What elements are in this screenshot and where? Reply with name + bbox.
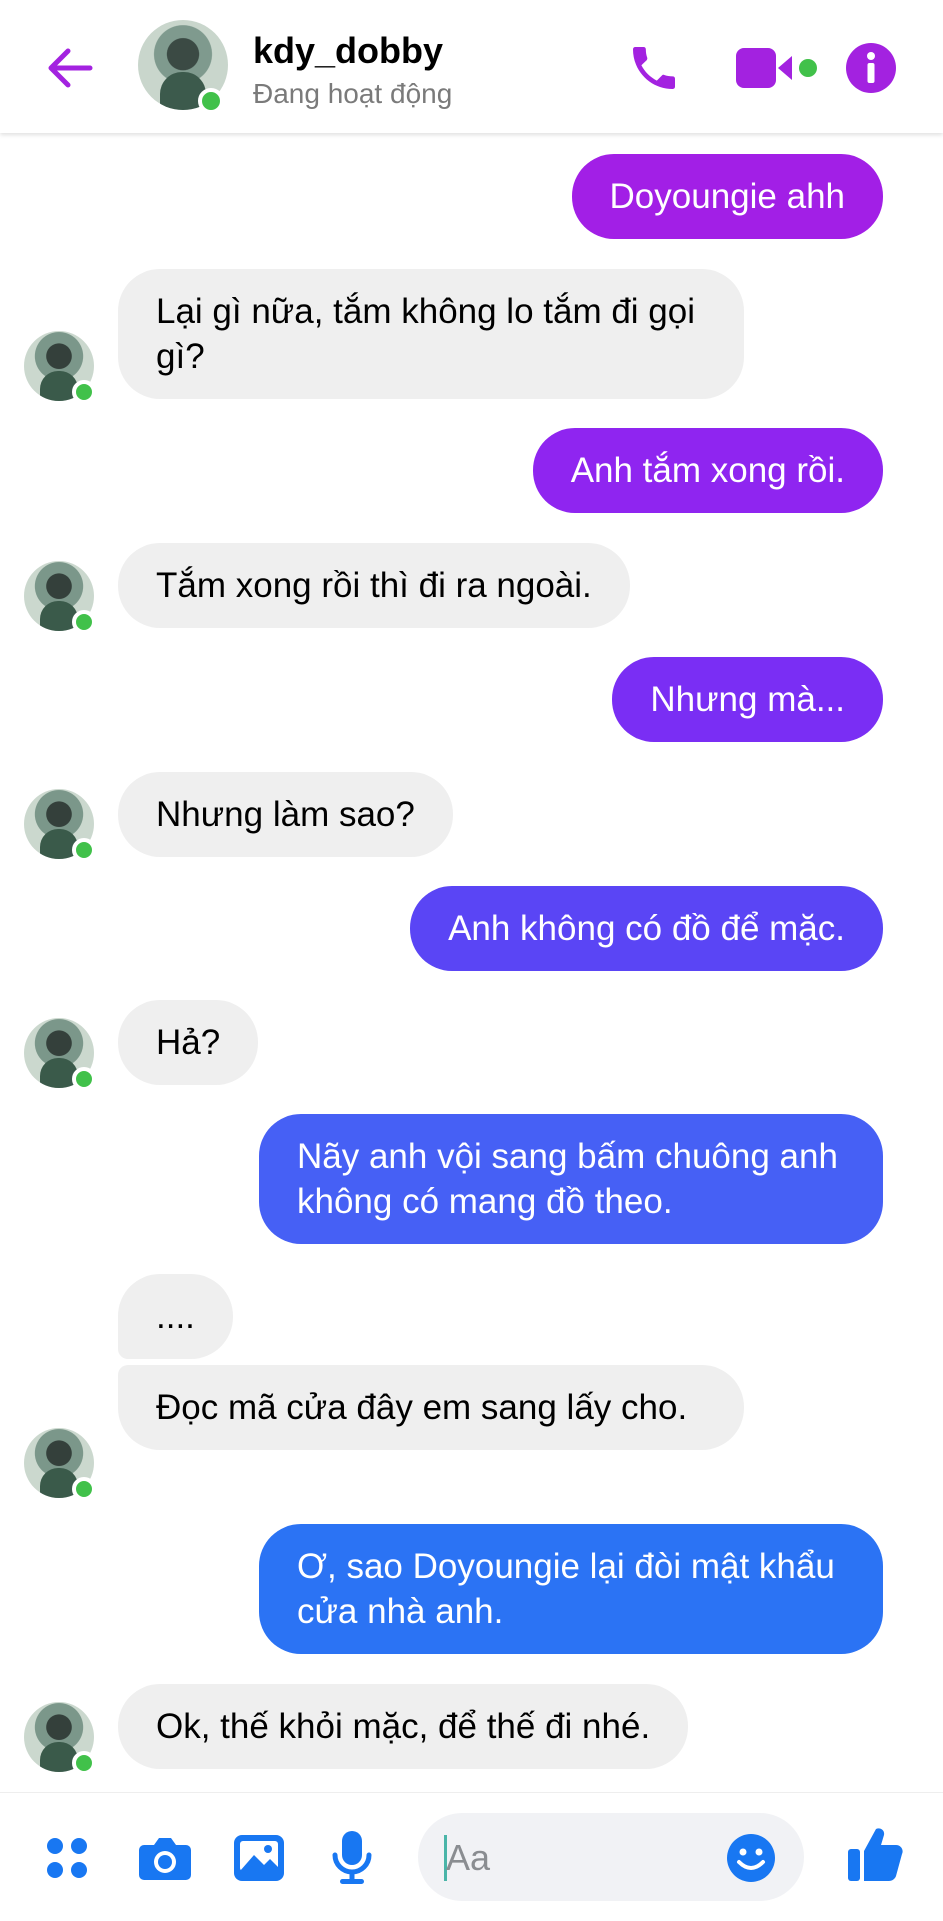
phone-icon[interactable] <box>626 40 682 96</box>
message-bubble-in[interactable]: Đọc mã cửa đây em sang lấy cho. <box>118 1365 744 1450</box>
composer-bar <box>0 1792 943 1921</box>
online-indicator <box>72 1751 96 1775</box>
gallery-icon[interactable] <box>232 1833 286 1883</box>
message-bubble-out[interactable]: Doyoungie ahh <box>571 154 883 239</box>
message-bubble-in[interactable]: Nhưng làm sao? <box>118 772 453 857</box>
microphone-icon[interactable] <box>330 1829 374 1887</box>
message-bubble-out[interactable]: Nãy anh vội sang bấm chuông anh không có… <box>259 1114 883 1244</box>
camera-icon[interactable] <box>138 1833 192 1883</box>
message-bubble-in[interactable]: Tắm xong rồi thì đi ra ngoài. <box>118 543 630 628</box>
online-indicator <box>72 1477 96 1501</box>
message-bubble-in[interactable]: Lại gì nữa, tắm không lo tắm đi gọi gì? <box>118 269 744 399</box>
info-icon[interactable] <box>845 42 897 94</box>
emoji-icon[interactable] <box>726 1833 776 1883</box>
contact-name[interactable]: kdy_dobby <box>253 30 443 72</box>
chat-header: kdy_dobby Đang hoạt động <box>0 0 943 133</box>
message-bubble-in[interactable]: Hả? <box>118 1000 259 1085</box>
online-indicator <box>72 838 96 862</box>
message-bubble-in[interactable]: .... <box>118 1274 233 1359</box>
back-arrow-icon[interactable] <box>42 40 98 96</box>
message-input[interactable] <box>444 1813 698 1903</box>
online-indicator <box>72 610 96 634</box>
apps-icon[interactable] <box>44 1835 90 1881</box>
message-bubble-out[interactable]: Ơ, sao Doyoungie lại đòi mật khẩu cửa nh… <box>259 1524 883 1654</box>
contact-status: Đang hoạt động <box>253 78 453 109</box>
message-input-container[interactable] <box>418 1813 804 1903</box>
message-bubble-out[interactable]: Anh không có đồ để mặc. <box>410 886 883 971</box>
online-indicator <box>72 380 96 404</box>
video-camera-icon[interactable] <box>734 44 820 92</box>
message-bubble-in[interactable]: Ok, thế khỏi mặc, để thế đi nhé. <box>118 1684 689 1769</box>
online-indicator <box>198 88 224 114</box>
message-bubble-out[interactable]: Nhưng mà... <box>612 657 883 742</box>
like-icon[interactable] <box>846 1823 904 1883</box>
message-bubble-out[interactable]: Anh tắm xong rồi. <box>532 428 883 513</box>
online-indicator <box>72 1067 96 1091</box>
